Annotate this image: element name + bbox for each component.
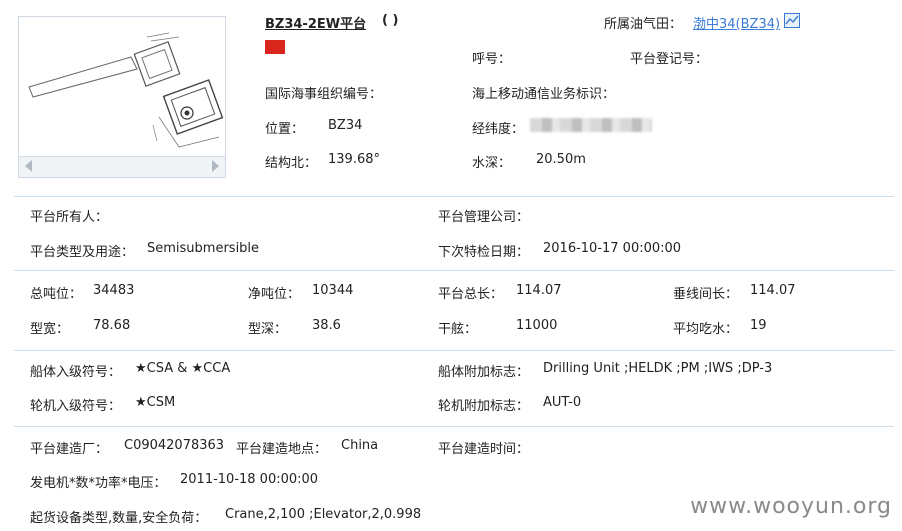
generator-label: 发电机*数*功率*电压： — [30, 476, 167, 491]
oilfield-link[interactable]: 渤中34(BZ34) — [693, 13, 780, 32]
platform-name-paren: ( ) — [382, 13, 399, 28]
imo-label: 国际海事组织编号： — [265, 87, 383, 102]
inspection-label: 下次特检日期： — [438, 245, 530, 260]
machinery-notation-value: AUT-0 — [543, 395, 582, 410]
build-time-label: 平台建造时间： — [438, 442, 530, 457]
lifting-label: 起货设备类型,数量,安全负荷： — [30, 511, 208, 526]
type-value: Semisubmersible — [147, 241, 260, 256]
draft-label: 平均吃水： — [673, 322, 739, 337]
freeboard-label: 干舷： — [438, 322, 478, 337]
china-flag-icon — [265, 40, 285, 54]
location-label: 位置： — [265, 122, 305, 137]
builder-value: C09042078363 — [124, 438, 225, 453]
freeboard-value: 11000 — [516, 318, 558, 333]
hull-notation-value: Drilling Unit ;HELDK ;PM ;IWS ;DP-3 — [543, 361, 773, 376]
breadth-label: 型宽： — [30, 322, 70, 337]
image-scrollbar[interactable] — [19, 156, 225, 177]
gross-tonnage-value: 34483 — [93, 283, 135, 298]
depth-label: 水深： — [472, 156, 512, 171]
platform-name: BZ34-2EW平台 — [265, 17, 367, 32]
net-tonnage-value: 10344 — [312, 283, 354, 298]
machinery-class-label: 轮机入级符号： — [30, 399, 122, 414]
generator-value: 2011-10-18 00:00:00 — [180, 472, 319, 487]
hull-class-label: 船体入级符号： — [30, 365, 122, 380]
separator — [14, 196, 894, 197]
length-label: 平台总长： — [438, 287, 504, 302]
length-value: 114.07 — [516, 283, 562, 298]
registration-label: 平台登记号： — [630, 52, 709, 67]
location-value: BZ34 — [328, 118, 363, 133]
owner-label: 平台所有人： — [30, 210, 109, 225]
latlon-blurred-value — [530, 118, 652, 132]
depth-value: 20.50m — [536, 152, 586, 167]
type-label: 平台类型及用途： — [30, 245, 135, 260]
lbp-value: 114.07 — [750, 283, 796, 298]
scroll-left-icon[interactable] — [25, 160, 32, 172]
platform-image-viewer — [18, 16, 226, 178]
manager-label: 平台管理公司： — [438, 210, 530, 225]
machinery-notation-label: 轮机附加标志： — [438, 399, 530, 414]
hull-class-value: ★CSA & ★CCA — [135, 361, 231, 376]
lifting-value: Crane,2,100 ;Elevator,2,0.998 — [225, 507, 422, 522]
mmsi-label: 海上移动通信业务标识： — [472, 87, 616, 102]
moulded-depth-value: 38.6 — [312, 318, 341, 333]
watermark: www.wooyun.org — [690, 494, 892, 519]
breadth-value: 78.68 — [93, 318, 131, 333]
heading-value: 139.68° — [328, 152, 380, 167]
lbp-label: 垂线间长： — [673, 287, 739, 302]
callsign-label: 呼号： — [472, 52, 512, 67]
platform-drawing — [28, 32, 224, 148]
machinery-class-value: ★CSM — [135, 395, 176, 410]
heading-label: 结构北： — [265, 156, 318, 171]
map-chart-icon[interactable] — [784, 13, 800, 28]
moulded-depth-label: 型深： — [248, 322, 288, 337]
oilfield-label: 所属油气田： — [604, 17, 683, 32]
gross-tonnage-label: 总吨位： — [30, 287, 83, 302]
scroll-right-icon[interactable] — [212, 160, 219, 172]
latlon-label: 经纬度： — [472, 122, 525, 137]
builder-label: 平台建造厂： — [30, 442, 109, 457]
separator — [14, 350, 894, 351]
separator — [14, 426, 894, 427]
build-place-label: 平台建造地点： — [236, 442, 328, 457]
separator — [14, 270, 894, 271]
inspection-value: 2016-10-17 00:00:00 — [543, 241, 682, 256]
draft-value: 19 — [750, 318, 767, 333]
build-place-value: China — [341, 438, 379, 453]
hull-notation-label: 船体附加标志： — [438, 365, 530, 380]
net-tonnage-label: 净吨位： — [248, 287, 301, 302]
